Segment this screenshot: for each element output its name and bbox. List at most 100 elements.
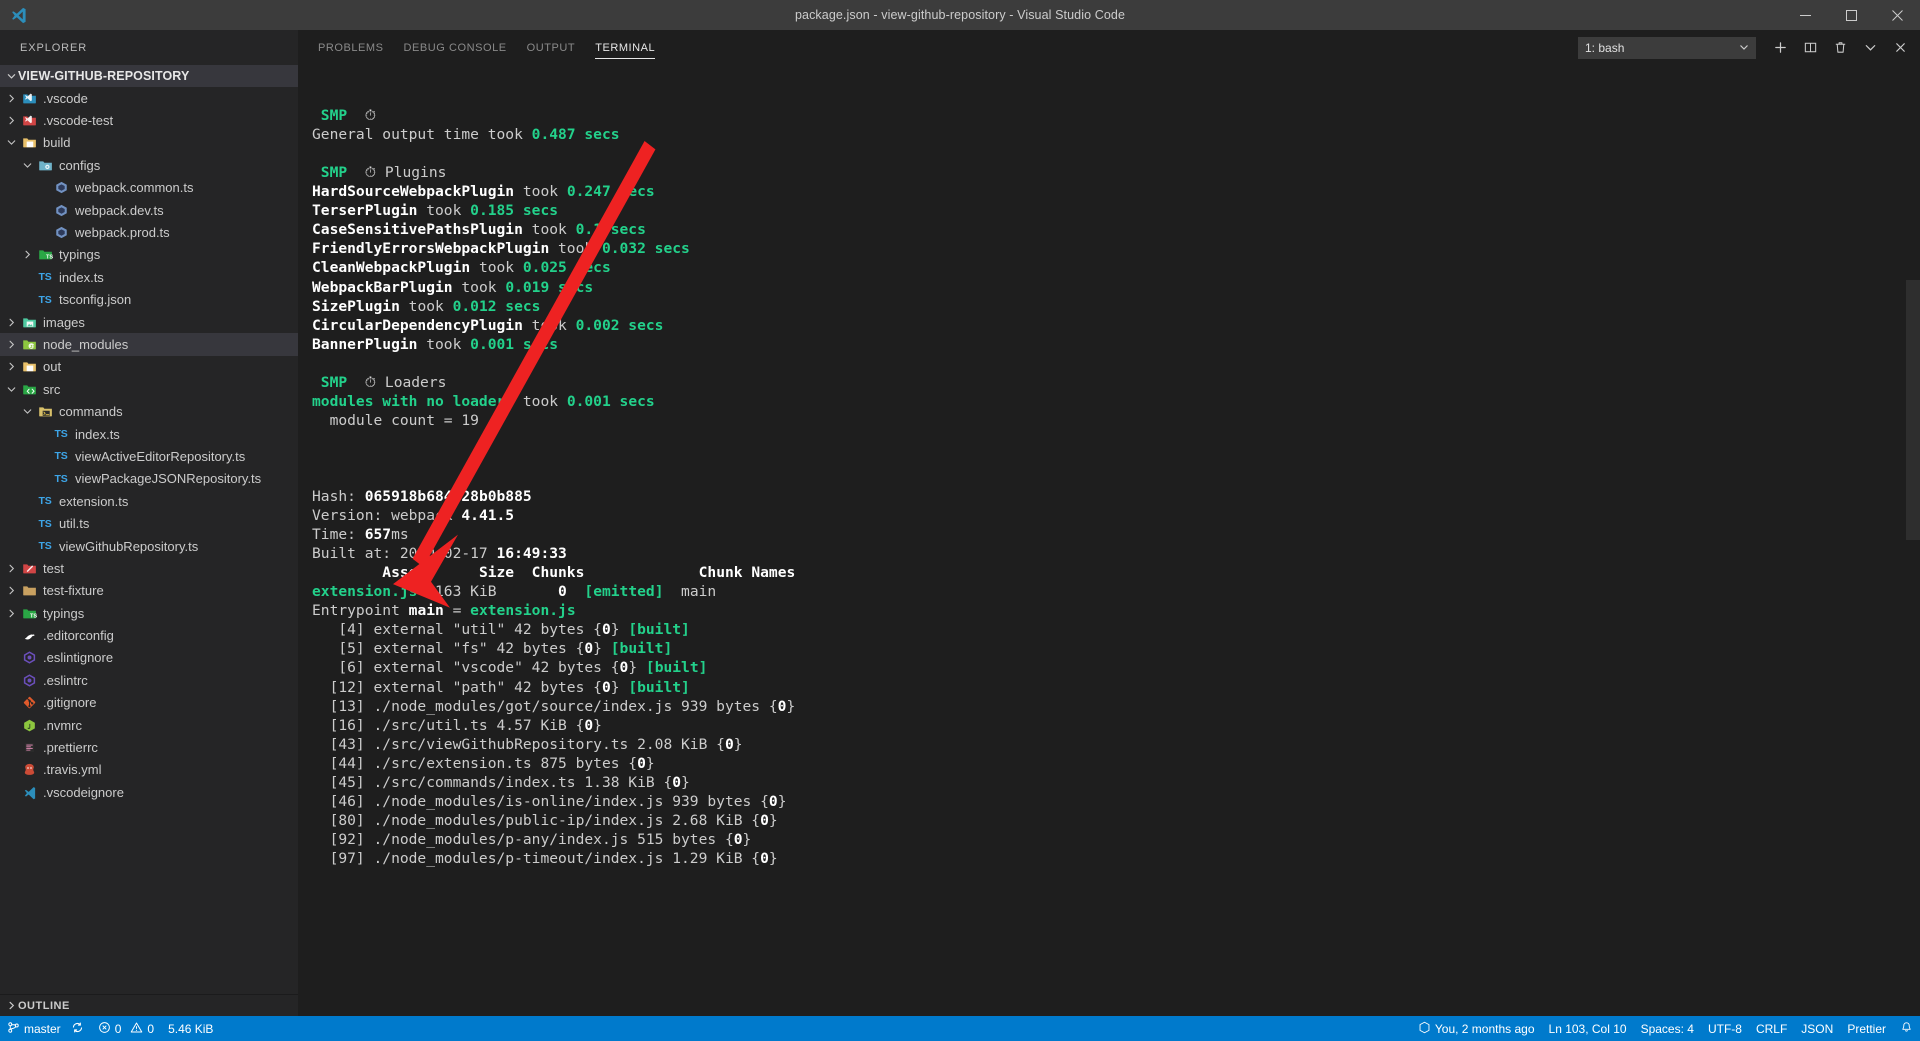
maximize-panel-button[interactable] [1856,34,1884,62]
file-tree-item[interactable]: TS index.ts [0,266,298,288]
status-cursor-position[interactable]: Ln 103, Col 10 [1542,1016,1634,1041]
terminal-text: took [452,278,506,296]
status-notifications[interactable] [1893,1016,1920,1041]
terminal-text: took [514,183,567,201]
file-tree-item[interactable]: TS index.ts [0,423,298,445]
terminal-text: 0 [584,640,594,658]
file-tree[interactable]: .vscode .vscode-test build configs webpack.c… [0,87,298,994]
explorer-root-folder[interactable]: VIEW-GITHUB-REPOSITORY [0,65,298,87]
file-tree-item[interactable]: src [0,378,298,400]
file-tree-item[interactable]: TS viewPackageJSONRepository.ts [0,468,298,490]
status-language-mode[interactable]: JSON [1794,1016,1840,1041]
file-tree-item[interactable]: webpack.common.ts [0,177,298,199]
panel-tab-terminal[interactable]: TERMINAL [585,30,665,65]
terminal-line: BannerPlugin took 0.001 secs [312,335,1920,354]
file-tree-item[interactable]: .vscode [0,87,298,109]
file-tree-item[interactable]: JS node_modules [0,333,298,356]
file-tree-item[interactable]: test [0,557,298,579]
chevron-right-icon[interactable] [4,557,18,579]
file-tree-item-label: .editorconfig [43,628,114,644]
file-tree-item[interactable]: TS typings [0,602,298,624]
terminal-text: [built] [628,678,690,696]
file-tree-item[interactable]: .gitignore [0,692,298,714]
file-tree-item[interactable]: webpack.dev.ts [0,199,298,221]
file-tree-item[interactable]: .vscodeignore [0,781,298,803]
outline-section-header[interactable]: OUTLINE [0,994,298,1016]
file-tree-item[interactable]: .eslintignore [0,647,298,669]
chevron-placeholder-icon [4,625,18,647]
file-tree-item[interactable]: TS extension.ts [0,490,298,512]
panel-tab-problems[interactable]: PROBLEMS [308,30,394,65]
chevron-right-icon[interactable] [4,580,18,602]
file-tree-item[interactable]: .eslintrc [0,669,298,691]
terminal-scrollbar-thumb[interactable] [1906,280,1920,540]
file-tree-item[interactable]: out [0,356,298,378]
chevron-placeholder-icon [4,647,18,669]
file-tree-item-label: webpack.common.ts [75,180,194,196]
terminal-text: } [786,697,796,715]
maximize-button[interactable] [1828,0,1874,30]
chevron-down-icon[interactable] [4,132,18,154]
file-tree-item[interactable]: TS viewGithubRepository.ts [0,535,298,557]
status-authorship[interactable]: You, 2 months ago [1411,1016,1542,1041]
terminal-line: [45] ./src/commands/index.ts 1.38 KiB {0… [312,773,1920,792]
kill-terminal-button[interactable] [1826,34,1854,62]
file-tree-item[interactable]: .editorconfig [0,624,298,646]
terminal-text: Plugins [384,164,447,182]
terminal-selector[interactable]: 1: bash [1578,36,1756,59]
file-tree-item[interactable]: configs [0,154,298,176]
close-button[interactable] [1874,0,1920,30]
file-tree-item[interactable]: build [0,132,298,154]
file-tree-item[interactable]: TS tsconfig.json [0,289,298,311]
terminal-scrollbar[interactable] [1906,65,1920,1016]
terminal-line: Entrypoint main = extension.js [312,601,1920,620]
file-tree-item[interactable]: TS util.ts [0,512,298,534]
file-tree-item-label: .travis.yml [43,762,102,778]
terminal-text: } [610,678,629,696]
terminal-text: 0.001 secs [470,335,559,353]
status-problems[interactable]: 0 0 [91,1016,161,1041]
minimize-button[interactable] [1782,0,1828,30]
outline-label: OUTLINE [18,999,70,1012]
file-tree-item[interactable]: webpack.prod.ts [0,221,298,243]
file-tree-item-label: .vscode-test [43,113,114,129]
panel-tab-output[interactable]: OUTPUT [517,30,586,65]
split-terminal-button[interactable] [1796,34,1824,62]
chevron-down-icon[interactable] [4,378,18,400]
chevron-right-icon[interactable] [4,333,18,355]
file-tree-item[interactable]: .vscode-test [0,109,298,131]
chevron-right-icon[interactable] [4,110,18,132]
status-eol[interactable]: CRLF [1749,1016,1794,1041]
chevron-right-icon[interactable] [4,311,18,333]
file-tree-item-label: images [43,314,85,330]
chevron-down-icon[interactable] [20,154,34,176]
status-bar-right: You, 2 months ago Ln 103, Col 10 Spaces:… [1411,1016,1920,1041]
status-indentation[interactable]: Spaces: 4 [1634,1016,1701,1041]
status-branch[interactable]: master [0,1016,91,1041]
file-tree-item[interactable]: TS viewActiveEditorRepository.ts [0,445,298,467]
new-terminal-button[interactable] [1766,34,1794,62]
chevron-right-icon[interactable] [4,356,18,378]
status-encoding[interactable]: UTF-8 [1701,1016,1749,1041]
chevron-right-icon[interactable] [4,87,18,109]
chevron-down-icon[interactable] [20,401,34,423]
typescript-folder-icon: TS [18,604,40,622]
chevron-right-icon[interactable] [20,244,34,266]
terminal-output[interactable]: SMP ⏱ General output time took 0.487 secs… [298,65,1920,1016]
panel-tab-debug-console[interactable]: DEBUG CONSOLE [394,30,517,65]
terminal-text: main [663,583,717,601]
file-tree-item[interactable]: test-fixture [0,580,298,602]
file-tree-item[interactable]: commands [0,400,298,422]
file-tree-item[interactable]: .prettierrc [0,736,298,758]
chevron-right-icon[interactable] [4,602,18,624]
close-panel-button[interactable] [1886,34,1914,62]
file-tree-item[interactable]: .travis.yml [0,759,298,781]
file-tree-item[interactable]: images [0,311,298,333]
file-tree-item[interactable]: .nvmrc [0,714,298,736]
terminal-text: [built] [628,621,690,639]
file-tree-item[interactable]: TS typings [0,244,298,266]
status-size[interactable]: 5.46 KiB [161,1016,220,1041]
status-formatter[interactable]: Prettier [1840,1016,1893,1041]
